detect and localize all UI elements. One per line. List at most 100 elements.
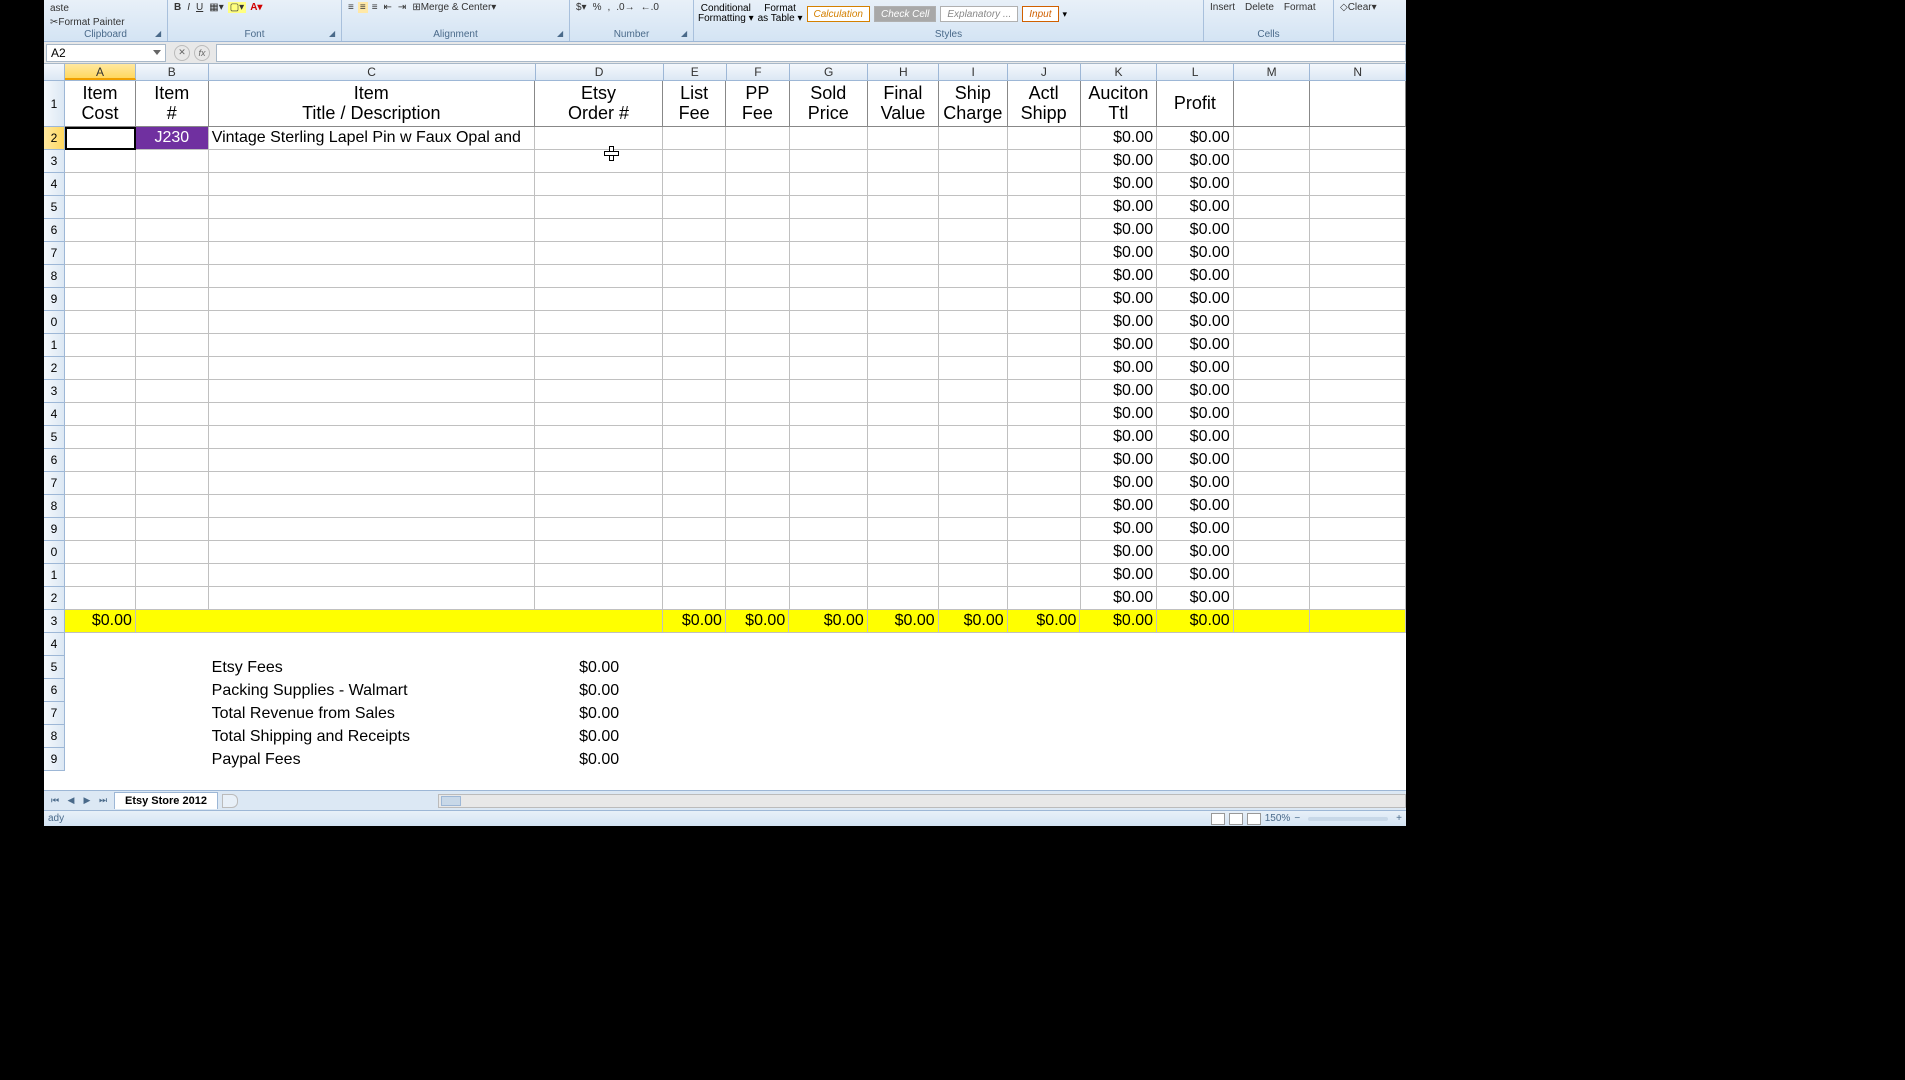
cell[interactable]: [65, 725, 136, 748]
total-cell[interactable]: $0.00: [868, 610, 939, 633]
clipboard-launcher-icon[interactable]: ◢: [155, 29, 165, 39]
cell[interactable]: [1234, 702, 1311, 725]
cell[interactable]: [209, 449, 535, 472]
cell[interactable]: $0.00: [1157, 265, 1234, 288]
cell[interactable]: [868, 265, 939, 288]
cell[interactable]: [663, 196, 726, 219]
cell[interactable]: [136, 725, 209, 748]
cell[interactable]: $0.00: [1081, 334, 1158, 357]
cell[interactable]: [663, 311, 726, 334]
cell[interactable]: $0.00: [1081, 357, 1158, 380]
cell[interactable]: [790, 357, 868, 380]
cell[interactable]: [726, 702, 789, 725]
cell[interactable]: [1081, 633, 1158, 656]
cell[interactable]: [868, 725, 939, 748]
cell[interactable]: [209, 380, 535, 403]
cell[interactable]: $0.00: [1157, 587, 1234, 610]
cell[interactable]: [1310, 633, 1406, 656]
cell[interactable]: $0.00: [1081, 173, 1158, 196]
cell[interactable]: [1008, 449, 1081, 472]
increase-indent-button[interactable]: ⇥: [396, 2, 408, 13]
cell[interactable]: $0.00: [1081, 265, 1158, 288]
cell[interactable]: $0.00: [1081, 242, 1158, 265]
percent-button[interactable]: %: [591, 2, 604, 13]
cell[interactable]: [136, 219, 209, 242]
cell[interactable]: [535, 219, 663, 242]
col-header-C[interactable]: C: [209, 64, 536, 80]
cell[interactable]: [790, 472, 868, 495]
row-header[interactable]: 2: [44, 127, 65, 150]
insert-button[interactable]: Insert: [1208, 2, 1237, 13]
summary-value[interactable]: $0.00: [535, 656, 663, 679]
cell[interactable]: [65, 587, 136, 610]
cell[interactable]: [1008, 311, 1081, 334]
cell-A2-selected[interactable]: [65, 127, 136, 150]
total-cell[interactable]: $0.00: [726, 610, 789, 633]
cell[interactable]: [1310, 679, 1406, 702]
cell[interactable]: $0.00: [1081, 380, 1158, 403]
cell[interactable]: [868, 219, 939, 242]
cell[interactable]: [1234, 541, 1311, 564]
cell[interactable]: [939, 311, 1008, 334]
cell[interactable]: [868, 288, 939, 311]
format-cells-button[interactable]: Format: [1282, 2, 1318, 13]
cell[interactable]: [868, 702, 939, 725]
cell[interactable]: [136, 426, 209, 449]
view-normal-button[interactable]: [1211, 813, 1225, 825]
row-header[interactable]: 8: [44, 265, 65, 288]
cell[interactable]: $0.00: [1081, 518, 1158, 541]
cell[interactable]: $0.00: [1157, 426, 1234, 449]
cell[interactable]: [136, 288, 209, 311]
summary-label[interactable]: Total Revenue from Sales: [209, 702, 535, 725]
cell[interactable]: $0.00: [1157, 288, 1234, 311]
cell[interactable]: [726, 564, 789, 587]
cell[interactable]: [663, 426, 726, 449]
col-header-E[interactable]: E: [664, 64, 727, 80]
cell[interactable]: [535, 311, 663, 334]
cell[interactable]: [1234, 334, 1311, 357]
cell[interactable]: [1310, 472, 1406, 495]
cell[interactable]: [535, 242, 663, 265]
cell[interactable]: [65, 334, 136, 357]
cell[interactable]: [1008, 633, 1081, 656]
cell[interactable]: [1234, 173, 1311, 196]
cell[interactable]: [1157, 679, 1234, 702]
col-header-G[interactable]: G: [790, 64, 868, 80]
cell[interactable]: [1234, 587, 1311, 610]
align-left-button[interactable]: ≡: [346, 2, 356, 13]
row-header[interactable]: 2: [44, 587, 65, 610]
cell[interactable]: [1310, 81, 1406, 127]
cell[interactable]: [726, 357, 789, 380]
cell[interactable]: [136, 541, 209, 564]
col-header-N[interactable]: N: [1310, 64, 1406, 80]
row-header[interactable]: 9: [44, 518, 65, 541]
summary-label[interactable]: Etsy Fees: [209, 656, 535, 679]
cell[interactable]: [1008, 334, 1081, 357]
cell[interactable]: [939, 518, 1008, 541]
cell[interactable]: [136, 587, 209, 610]
cell[interactable]: [726, 679, 789, 702]
cell[interactable]: $0.00: [1081, 449, 1158, 472]
cell[interactable]: $0.00: [1157, 357, 1234, 380]
cell[interactable]: [790, 449, 868, 472]
cell[interactable]: [535, 288, 663, 311]
cell[interactable]: [790, 150, 868, 173]
cell[interactable]: [868, 472, 939, 495]
cell[interactable]: [790, 403, 868, 426]
cell[interactable]: [1310, 150, 1406, 173]
cell[interactable]: [726, 403, 789, 426]
cell[interactable]: [209, 242, 535, 265]
cell[interactable]: [726, 449, 789, 472]
cell-C2[interactable]: Vintage Sterling Lapel Pin w Faux Opal a…: [209, 127, 535, 150]
currency-button[interactable]: $▾: [574, 2, 589, 13]
cell[interactable]: [663, 656, 726, 679]
cell[interactable]: [663, 173, 726, 196]
style-check-cell-button[interactable]: Check Cell: [874, 6, 936, 22]
cell[interactable]: [868, 196, 939, 219]
cell[interactable]: [65, 748, 136, 771]
cell[interactable]: [868, 311, 939, 334]
zoom-out-button[interactable]: −: [1294, 813, 1300, 824]
cell[interactable]: [663, 242, 726, 265]
cell[interactable]: [136, 748, 209, 771]
cell[interactable]: [209, 334, 535, 357]
